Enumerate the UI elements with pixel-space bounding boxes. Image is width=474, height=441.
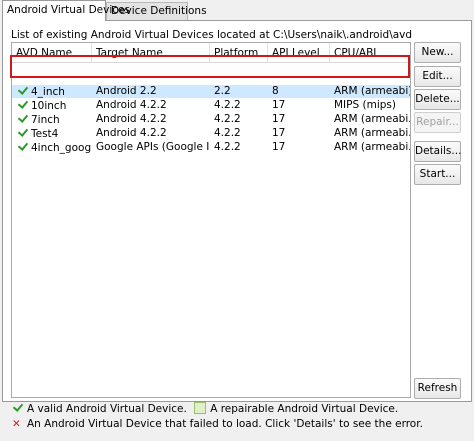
platform: 4.2.2 [214, 99, 241, 111]
target-name: Android 4.2.2 [96, 113, 167, 125]
checkmark-icon [12, 402, 23, 413]
platform: 4.2.2 [214, 141, 241, 153]
avd-name: Test4 [31, 128, 59, 140]
legend-row-1: A valid Android Virtual Device. A repair… [12, 402, 398, 416]
legend-valid-text: A valid Android Virtual Device. [27, 403, 187, 415]
repair-button[interactable]: Repair... [414, 112, 461, 133]
target-name: Google APIs (Google Inc.) [96, 141, 210, 153]
avd-table[interactable]: AVD Name Target Name Platform API Level … [11, 42, 411, 398]
checkmark-icon [17, 85, 28, 96]
cpu-abi: ARM (armeabi) [334, 85, 411, 97]
avd-name: 7inch [31, 114, 60, 126]
checkmark-icon [17, 141, 28, 152]
target-name: Android 4.2.2 [96, 127, 167, 139]
new-button[interactable]: New... [414, 42, 461, 63]
target-name: Android 2.2 [96, 85, 157, 97]
avd-location-caption: List of existing Android Virtual Devices… [11, 29, 413, 41]
table-row[interactable]: 10inch Android 4.2.2 4.2.2 17 MIPS (mips… [12, 99, 410, 112]
legend-row-2: ✕ An Android Virtual Device that failed t… [12, 418, 423, 431]
refresh-button[interactable]: Refresh [414, 378, 461, 399]
avd-panel: List of existing Android Virtual Devices… [2, 20, 472, 402]
cpu-abi: MIPS (mips) [334, 99, 396, 111]
table-row[interactable]: Test4 Android 4.2.2 4.2.2 17 ARM (armeab… [12, 127, 410, 140]
legend-failed-text: An Android Virtual Device that failed to… [27, 418, 423, 430]
table-row[interactable]: 4inch_googl... Google APIs (Google Inc.)… [12, 141, 410, 154]
legend-repairable-text: A repairable Android Virtual Device. [210, 403, 399, 415]
api-level: 17 [272, 113, 286, 125]
column-header-target-name[interactable]: Target Name [92, 43, 210, 63]
platform: 4.2.2 [214, 113, 241, 125]
avd-name: 4_inch [31, 86, 65, 98]
avd-name: 10inch [31, 100, 67, 112]
api-level: 8 [272, 85, 279, 97]
api-level: 17 [272, 99, 286, 111]
target-name: Android 4.2.2 [96, 99, 167, 111]
avd-name: 4inch_googl... [31, 142, 92, 154]
column-header-cpu-abi[interactable]: CPU/ABI [330, 43, 410, 63]
platform: 4.2.2 [214, 127, 241, 139]
edit-button[interactable]: Edit... [414, 66, 461, 87]
column-header-avd-name[interactable]: AVD Name [12, 43, 92, 63]
checkmark-icon [17, 99, 28, 110]
table-row[interactable]: 7inch Android 4.2.2 4.2.2 17 ARM (armeab… [12, 113, 410, 126]
table-header: AVD Name Target Name Platform API Level … [12, 43, 410, 63]
table-row[interactable]: 4_inch Android 2.2 2.2 8 ARM (armeabi) [12, 85, 410, 98]
error-x-icon: ✕ [12, 418, 21, 430]
column-header-platform[interactable]: Platform [210, 43, 268, 63]
tab-android-virtual-devices[interactable]: Android Virtual Devices [2, 0, 130, 21]
delete-button[interactable]: Delete... [414, 89, 461, 110]
platform: 2.2 [214, 85, 231, 97]
tab-bar: Android Virtual Devices Device Definitio… [0, 0, 474, 21]
checkmark-icon [17, 113, 28, 124]
api-level: 17 [272, 127, 286, 139]
cpu-abi: ARM (armeabi... [334, 127, 411, 139]
api-level: 17 [272, 141, 286, 153]
repair-icon [194, 402, 207, 414]
checkmark-icon [17, 127, 28, 138]
details-button[interactable]: Details... [414, 141, 461, 162]
column-header-api-level[interactable]: API Level [268, 43, 330, 63]
cpu-abi: ARM (armeabi... [334, 113, 411, 125]
start-button[interactable]: Start... [414, 164, 461, 185]
cpu-abi: ARM (armeabi... [334, 141, 411, 153]
